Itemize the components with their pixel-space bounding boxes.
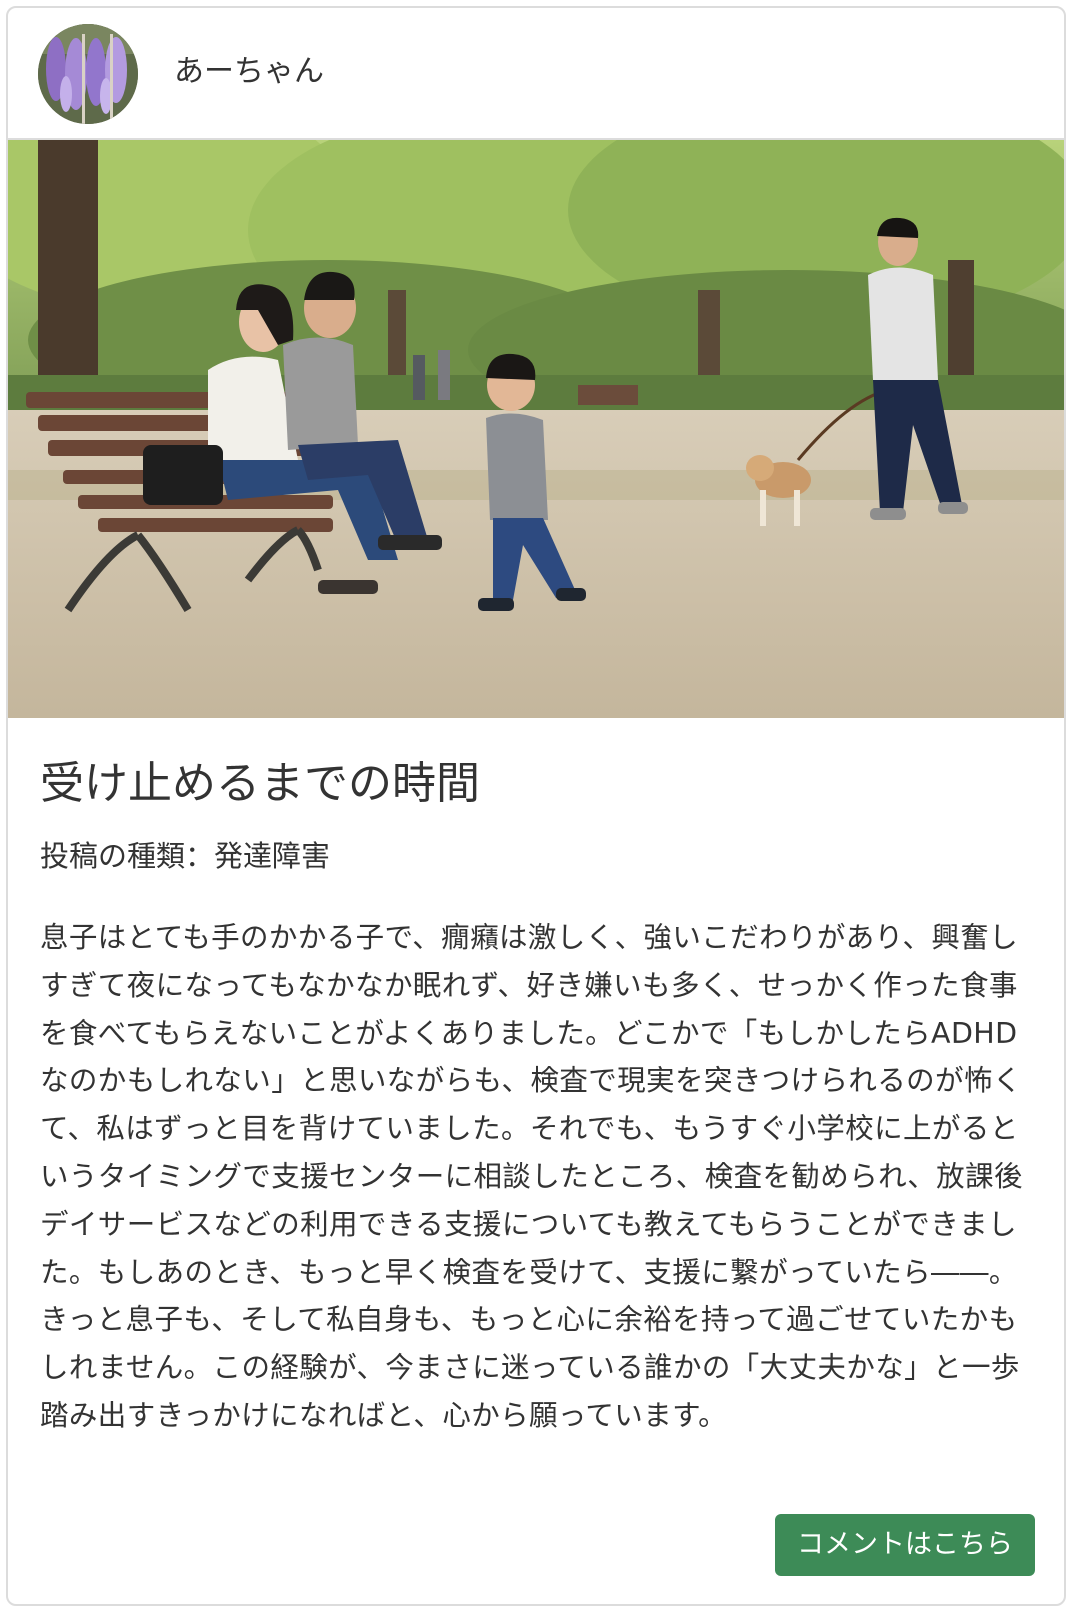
comment-button[interactable]: コメントはこちら [775,1514,1035,1576]
post-header: あーちゃん [8,8,1064,140]
post-hero-image [8,140,1064,718]
family-in-park-photo-icon [8,140,1064,718]
post-type-label: 投稿の種類：発達障害 [40,839,331,873]
avatar[interactable] [38,24,138,124]
post-title: 受け止めるまでの時間 [40,758,480,809]
author-name[interactable]: あーちゃん [174,52,324,92]
post-card: あーちゃん 受け止めるまでの時間 投稿の種類：発達障害 息子はとても手のかかる子… [6,6,1066,1606]
post-body: 息子はとても手のかかる子で、癇癪は激しく、強いこだわりがあり、興奮しすぎて夜にな… [40,921,1023,1432]
wisteria-avatar-icon [38,24,138,124]
